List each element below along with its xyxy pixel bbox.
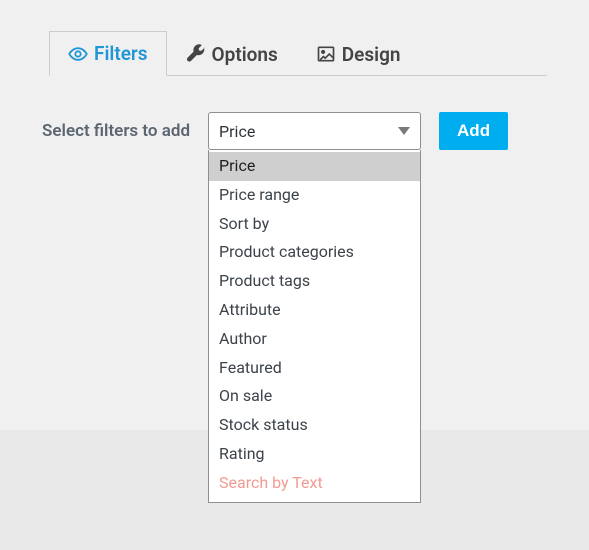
chevron-down-icon — [398, 127, 410, 135]
tab-label: Filters — [94, 42, 148, 65]
tab-options[interactable]: Options — [167, 31, 297, 76]
eye-icon — [68, 44, 88, 64]
filter-dropdown: Price Price range Sort by Product catego… — [208, 150, 421, 503]
option-search-by-text[interactable]: Search by Text — [209, 469, 420, 498]
option-sort-by[interactable]: Sort by — [209, 210, 420, 239]
tabs-bar: Filters Options Design — [49, 30, 547, 76]
filter-select-value: Price — [219, 122, 255, 141]
option-stock-status[interactable]: Stock status — [209, 411, 420, 440]
option-product-categories[interactable]: Product categories — [209, 238, 420, 267]
tab-design[interactable]: Design — [297, 31, 420, 76]
option-author[interactable]: Author — [209, 325, 420, 354]
add-button[interactable]: Add — [439, 112, 508, 150]
image-icon — [316, 44, 336, 64]
option-featured[interactable]: Featured — [209, 354, 420, 383]
select-filters-label: Select filters to add — [42, 121, 190, 141]
option-attribute[interactable]: Attribute — [209, 296, 420, 325]
option-price-range[interactable]: Price range — [209, 181, 420, 210]
option-product-tags[interactable]: Product tags — [209, 267, 420, 296]
wrench-icon — [186, 44, 206, 64]
filter-select[interactable]: Price — [208, 112, 421, 150]
option-rating[interactable]: Rating — [209, 440, 420, 469]
option-price[interactable]: Price — [209, 152, 420, 181]
tab-label: Design — [342, 43, 401, 66]
tab-label: Options — [212, 43, 278, 66]
tab-filters[interactable]: Filters — [49, 31, 167, 76]
option-on-sale[interactable]: On sale — [209, 382, 420, 411]
